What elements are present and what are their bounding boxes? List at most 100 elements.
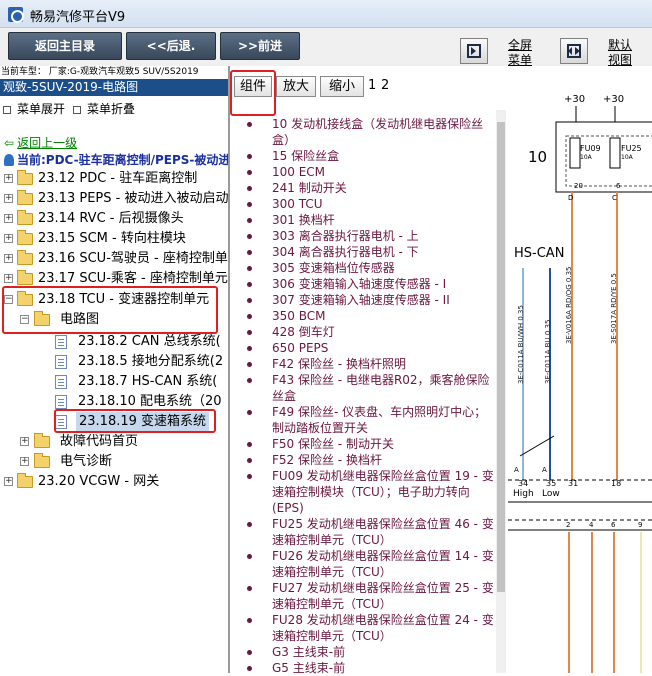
folder-icon [17, 270, 33, 285]
pin-number: 2 [566, 521, 571, 529]
pin-number: 6 [616, 182, 621, 190]
fuse-rating: 10A [580, 154, 592, 161]
vertical-scrollbar[interactable] [496, 110, 506, 673]
current-location: 当前:PDC-驻车距离控制/PEPS-被动进入 [4, 151, 242, 168]
expand-icon[interactable]: + [4, 254, 13, 263]
menu-actions: 菜单展开 菜单折叠 [0, 96, 228, 120]
app-logo-icon [8, 7, 24, 23]
expand-icon[interactable]: + [4, 214, 13, 223]
wiring-diagram[interactable]: +30 +30 10 FU09 10A FU25 10A 20 6 D C HS… [508, 66, 652, 673]
twist-marker [519, 435, 555, 457]
fuse-rating: 10A [621, 154, 633, 161]
default-view-button[interactable] [560, 38, 588, 64]
fullscreen-menu-button[interactable] [460, 38, 488, 64]
expand-icon[interactable]: + [4, 174, 13, 183]
list-item[interactable]: FU26 发动机继电器保险丝盒位置 14 - 变速箱控制单元（TCU） [230, 548, 496, 580]
document-icon [55, 395, 67, 409]
expand-all-button[interactable]: 菜单展开 [3, 100, 65, 117]
list-item[interactable]: F42 保险丝 - 换档杆照明 [230, 356, 496, 372]
home-button[interactable]: 返回主目录 [8, 32, 122, 60]
fullscreen-menu-label[interactable]: 全屏 菜单 [500, 38, 540, 68]
wire-label: 3E-S017A RD/YE 0.5 [610, 273, 618, 344]
folder-icon [17, 190, 33, 205]
list-item[interactable]: 307 变速箱输入轴速度传感器 - II [230, 292, 496, 308]
list-item[interactable]: 306 变速箱输入轴速度传感器 - I [230, 276, 496, 292]
page-link[interactable]: 2 [381, 78, 389, 93]
pin-number: 6 [611, 521, 616, 529]
list-item[interactable]: F43 保险丝 - 电继电器R02，乘客舱保险丝盒 [230, 372, 496, 404]
pin-number: 20 [574, 182, 583, 190]
fuse-name: FU09 [580, 144, 601, 153]
list-item[interactable]: 650 PEPS [230, 340, 496, 356]
list-item[interactable]: 305 变速箱档位传感器 [230, 260, 496, 276]
list-item[interactable]: FU25 发动机继电器保险丝盒位置 46 - 变速箱控制单元（TCU） [230, 516, 496, 548]
list-item[interactable]: F50 保险丝 - 制动开关 [230, 436, 496, 452]
list-item[interactable]: G3 主线束-前 [230, 644, 496, 660]
list-item[interactable]: 304 离合器执行器电机 - 下 [230, 244, 496, 260]
supply-label: +30 [564, 94, 586, 105]
list-item[interactable]: FU27 发动机继电器保险丝盒位置 25 - 变速箱控制单元（TCU） [230, 580, 496, 612]
pin-letter: D [568, 194, 574, 202]
list-item[interactable]: 350 BCM [230, 308, 496, 324]
fuse-symbol [609, 137, 621, 169]
expand-icon[interactable]: + [4, 234, 13, 243]
window-title: 畅易汽修平台V9 [30, 10, 126, 25]
expand-icon[interactable]: + [4, 194, 13, 203]
list-item[interactable]: 100 ECM [230, 164, 496, 180]
back-up-link[interactable]: ⇦ 返回上一级 [4, 134, 77, 151]
list-item[interactable]: FU28 发动机继电器保险丝盒位置 24 - 变速箱控制单元（TCU） [230, 612, 496, 644]
highlight-box [54, 409, 216, 433]
list-item[interactable]: 301 换档杆 [230, 212, 496, 228]
zoom-out-button[interactable]: 缩小 [320, 76, 364, 97]
list-item[interactable]: 428 倒车灯 [230, 324, 496, 340]
list-item[interactable]: 10 发动机接线盒（发动机继电器保险丝盒） [230, 116, 496, 148]
list-item[interactable]: FU09 发动机继电器保险丝盒位置 19 - 变速箱控制模块（TCU）；电子助力… [230, 468, 496, 516]
pin-letter: A [514, 466, 519, 474]
folder-icon [17, 473, 33, 488]
back-button[interactable]: <<后退. [126, 32, 216, 60]
folder-icon [17, 170, 33, 185]
forward-button[interactable]: >>前进 [220, 32, 300, 60]
list-item[interactable]: 15 保险丝盒 [230, 148, 496, 164]
expand-icon[interactable]: + [4, 274, 13, 283]
pin-letter: C [612, 194, 617, 202]
fuse-name: FU25 [621, 144, 642, 153]
fullscreen-icon [467, 44, 481, 58]
wire-label: 3E-C011A BU 0.35 [544, 319, 552, 384]
list-item[interactable]: G5 主线束-前 [230, 660, 496, 676]
can-high-label: High [513, 489, 534, 499]
fuse-symbol [569, 137, 581, 169]
list-item[interactable]: 300 TCU [230, 196, 496, 212]
default-view-label[interactable]: 默认 视图 [602, 38, 638, 68]
collapse-all-button[interactable]: 菜单折叠 [73, 100, 135, 117]
title-bar: 畅易汽修平台V9 [0, 0, 652, 28]
list-item[interactable]: F49 保险丝- 仪表盘、车内照明灯中心；制动踏板位置开关 [230, 404, 496, 436]
highlight-box [230, 70, 276, 116]
list-item[interactable]: 303 离合器执行器电机 - 上 [230, 228, 496, 244]
wire-label: 3E-C011A BU/WH 0.35 [517, 305, 525, 384]
tcu-pin: 18 [611, 479, 622, 488]
folder-icon [17, 250, 33, 265]
zoom-in-button[interactable]: 放大 [276, 76, 316, 97]
scrollbar-thumb[interactable] [497, 122, 505, 592]
folder-icon [34, 453, 50, 468]
left-panel: 观致-5SUV-2019-电路图 菜单展开 菜单折叠 ⇦ 返回上一级 当前:PDC… [0, 79, 242, 673]
wire-label: 3E-V016A RD/OG 0.35 [565, 266, 573, 344]
pin-letter: A [542, 466, 547, 474]
toolbar: 返回主目录 <<后退. >>前进 全屏 菜单 默认 视图 [0, 28, 652, 68]
component-panel: 组件 放大 缩小 1 2 10 发动机接线盒（发动机继电器保险丝盒） 15 保险… [230, 66, 506, 676]
expand-icon[interactable]: + [20, 457, 29, 466]
document-icon [55, 375, 67, 389]
list-item[interactable]: F52 保险丝 - 换档杆 [230, 452, 496, 468]
list-item[interactable]: 241 制动开关 [230, 180, 496, 196]
document-icon [55, 335, 67, 349]
back-arrow-icon: ⇦ [4, 136, 15, 150]
expand-icon[interactable]: + [4, 477, 13, 486]
expand-icon[interactable]: + [20, 437, 29, 446]
pin-number: 4 [589, 521, 594, 529]
tcu-pin: 35 [546, 479, 557, 488]
can-low-label: Low [542, 489, 560, 499]
current-model-info: 当前车型： 厂家:G-观致汽车观致5 SUV/5S2019 [1, 67, 199, 77]
highlight-box [2, 286, 218, 334]
page-link[interactable]: 1 [368, 78, 376, 93]
